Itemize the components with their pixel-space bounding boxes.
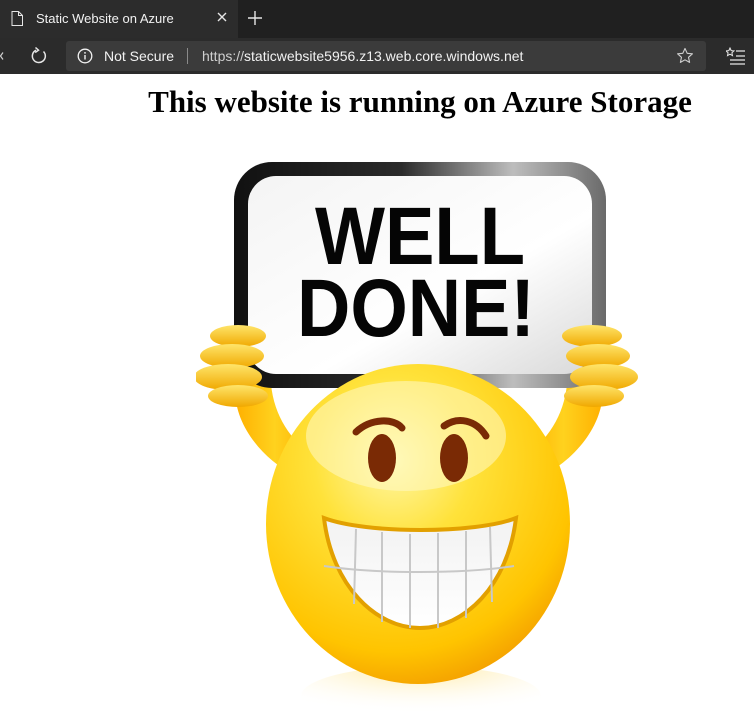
sign-text-line2: DONE! — [297, 263, 535, 354]
reload-icon[interactable] — [29, 46, 49, 66]
page-title: This website is running on Azure Storage — [148, 84, 692, 119]
url-host: staticwebsite5956.z13.web.core.windows.n… — [244, 48, 524, 64]
address-bar[interactable]: Not Secure https://staticwebsite5956.z13… — [66, 41, 706, 71]
face-highlight — [306, 381, 506, 491]
new-tab-icon[interactable] — [246, 8, 264, 28]
favorites-list-icon[interactable] — [726, 47, 746, 65]
tab-strip: Static Website on Azure — [0, 0, 754, 38]
tab-static-website[interactable]: Static Website on Azure — [0, 0, 238, 38]
address-separator — [187, 48, 188, 64]
left-eye — [368, 434, 396, 482]
tab-title: Static Website on Azure — [36, 11, 174, 26]
back-arrow-icon[interactable] — [0, 52, 4, 60]
security-label[interactable]: Not Secure — [104, 48, 174, 64]
right-eye — [440, 434, 468, 482]
page-icon — [11, 11, 23, 26]
info-icon[interactable] — [77, 48, 93, 64]
browser-toolbar: Not Secure https://staticwebsite5956.z13… — [0, 38, 754, 74]
url-text[interactable]: https://staticwebsite5956.z13.web.core.w… — [202, 48, 523, 64]
close-icon[interactable] — [214, 9, 230, 25]
well-done-smiley-image: WELL DONE! — [196, 162, 638, 715]
favorite-star-icon[interactable] — [675, 46, 695, 66]
url-scheme: https:// — [202, 48, 245, 64]
